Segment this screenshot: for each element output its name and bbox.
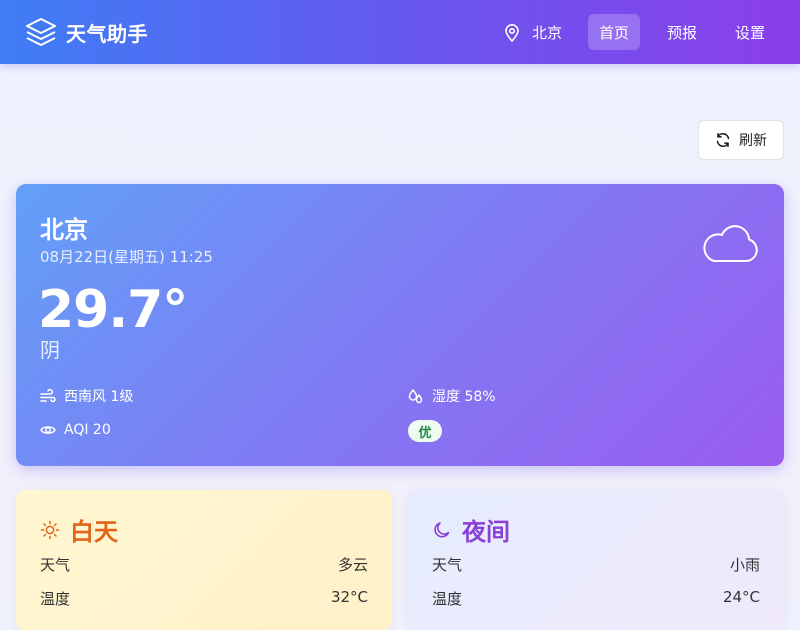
nighttime-weather-row: 天气 小雨 (432, 554, 760, 575)
current-weather-card: 北京 08月22日(星期五) 11:25 29.7° 阴 西南风 1级 湿度 5… (16, 184, 784, 466)
wind-info: 西南风 1级 (40, 386, 133, 406)
daytime-card: 白天 天气 多云 温度 32°C (16, 490, 392, 630)
city-name: 北京 (40, 216, 88, 244)
aqi-label: AQI 20 (64, 422, 111, 438)
refresh-icon (716, 132, 730, 148)
cloud-icon (703, 225, 758, 262)
sun-icon (40, 520, 60, 539)
top-navigation-bar: 天气助手 北京 首页 预报 设置 (0, 0, 800, 64)
current-condition: 阴 (40, 338, 60, 362)
daytime-title-text: 白天 (70, 518, 118, 546)
nav-settings-tab[interactable]: 设置 (724, 14, 776, 50)
daytime-temperature-label: 温度 (40, 590, 71, 608)
moon-icon (434, 521, 450, 537)
humidity-info: 湿度 58% (408, 386, 496, 406)
nighttime-temperature-row: 温度 24°C (432, 588, 760, 609)
aqi-level-badge: 优 (408, 420, 442, 442)
daytime-temperature-value: 32°C (330, 588, 368, 606)
current-datetime: 08月22日(星期五) 11:25 (40, 248, 213, 266)
aqi-info: AQI 20 (40, 422, 111, 438)
layers-icon (26, 18, 56, 46)
current-temperature: 29.7° (38, 280, 188, 340)
daytime-weather-label: 天气 (40, 556, 71, 574)
brand-logo[interactable]: 天气助手 (24, 16, 148, 48)
nighttime-weather-label: 天气 (432, 556, 463, 574)
location-label: 北京 (532, 24, 563, 42)
eye-icon (40, 426, 56, 434)
daytime-weather-row: 天气 多云 (40, 554, 368, 575)
app-name: 天气助手 (66, 21, 148, 46)
nighttime-temperature-value: 24°C (722, 588, 760, 606)
humidity-label: 湿度 58% (432, 389, 496, 405)
map-pin-icon (505, 23, 519, 42)
refresh-button[interactable]: 刷新 (698, 120, 784, 160)
nighttime-temperature-label: 温度 (432, 590, 463, 608)
daytime-weather-value: 多云 (337, 556, 368, 574)
nighttime-card: 夜间 天气 小雨 温度 24°C (408, 490, 784, 630)
nav-home-tab[interactable]: 首页 (588, 14, 640, 50)
droplets-icon (408, 389, 423, 404)
nav-forecast-tab[interactable]: 预报 (656, 14, 708, 50)
refresh-label: 刷新 (739, 133, 767, 149)
nighttime-title-text: 夜间 (462, 518, 510, 546)
daytime-temperature-row: 温度 32°C (40, 588, 368, 609)
nighttime-weather-value: 小雨 (729, 556, 760, 574)
daytime-title: 白天 (40, 512, 118, 547)
wind-label: 西南风 1级 (64, 389, 134, 405)
nighttime-title: 夜间 (432, 512, 510, 547)
location-selector[interactable]: 北京 (504, 22, 562, 43)
wind-icon (40, 388, 56, 403)
